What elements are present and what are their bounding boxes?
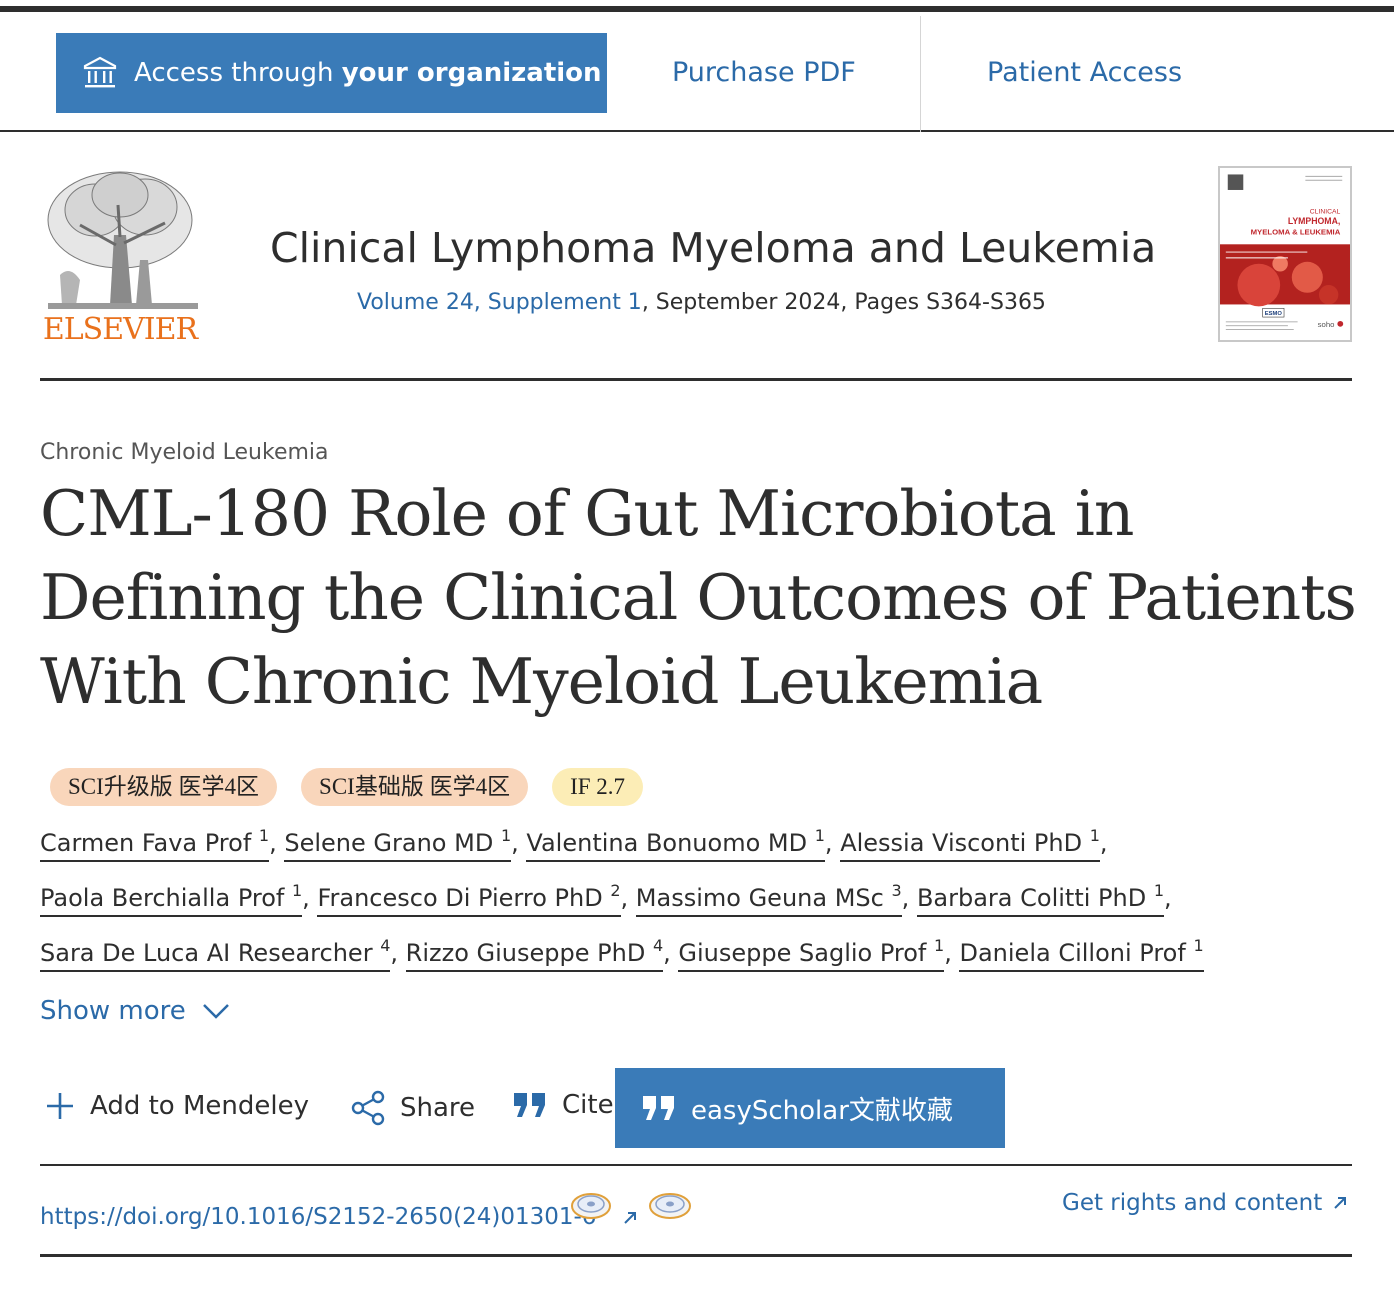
quote-icon [514,1093,545,1117]
author-link[interactable]: Rizzo Giuseppe PhD 4 [405,936,664,972]
volume-link[interactable]: Volume 24, Supplement 1 [357,290,642,315]
impact-factor-badge[interactable]: IF 2.7 [552,768,644,806]
author-link[interactable]: Selene Grano MD 1 [284,826,512,862]
purchase-pdf-link[interactable]: Purchase PDF [672,57,856,88]
easyscholar-save-button[interactable]: easyScholar文献收藏 [615,1068,1005,1148]
cite-button[interactable]: Cite [512,1090,614,1120]
plus-icon [47,1093,73,1119]
header-divider [40,378,1352,381]
access-through-organization-button[interactable]: Access through your organization [56,33,607,113]
author-link[interactable]: Daniela Cilloni Prof 1 [959,936,1204,972]
easyscholar-label: easyScholar文献收藏 [691,1095,953,1126]
institution-icon [83,56,117,88]
cover-artwork: CLINICAL LYMPHOMA, MYELOMA & LEUKEMIA ES… [1220,168,1350,340]
author-link[interactable]: Massimo Geuna MSc 3 [635,881,902,917]
cover-publisher-mark [1227,174,1244,190]
author-link[interactable]: Alessia Visconti PhD 1 [840,826,1100,862]
article-title: CML-180 Role of Gut Microbiota in Defini… [40,477,1357,718]
mendeley-label: Add to Mendeley [90,1091,309,1121]
rights-label: Get rights and content [1062,1190,1323,1216]
journal-issue-info: Volume 24, Supplement 1, September 2024,… [357,290,1046,315]
share-icon [351,1090,385,1126]
sci-basic-badge[interactable]: SCI基础版 医学4区 [301,768,529,806]
chevron-down-icon [202,1004,229,1019]
share-label: Share [400,1093,476,1123]
cover-badge: ESMO [1265,311,1283,317]
access-bar-divider [920,16,921,132]
author-link[interactable]: Carmen Fava Prof 1 [40,826,270,862]
journal-cover-image[interactable]: CLINICAL LYMPHOMA, MYELOMA & LEUKEMIA ES… [1218,166,1352,342]
cite-label: Cite [562,1090,614,1120]
cover-title-line3: MYELOMA & LEUKEMIA [1251,228,1341,237]
author-link[interactable]: Giuseppe Saglio Prof 1 [678,936,945,972]
actions-divider [40,1164,1352,1166]
patient-access-link[interactable]: Patient Access [987,57,1182,88]
access-bar: Access through your organization Purchas… [0,12,1394,132]
elsevier-wordmark: ELSEVIER [42,312,198,347]
bottom-divider [40,1254,1352,1257]
show-more-label: Show more [40,996,186,1026]
author-link[interactable]: Paola Berchialla Prof 1 [40,881,303,917]
article-actions: Add to Mendeley Share Cite easyScholar文献… [40,1068,1040,1148]
author-link[interactable]: Sara De Luca AI Researcher 4 [40,936,391,972]
article-section-label: Chronic Myeloid Leukemia [40,440,329,465]
disk-icon[interactable] [570,1188,612,1222]
author-link[interactable]: Barbara Colitti PhD 1 [916,881,1165,917]
author-link[interactable]: Valentina Bonuomo MD 1 [526,826,825,862]
journal-ranking-badges: SCI升级版 医学4区 SCI基础版 医学4区 IF 2.7 [50,768,644,806]
issue-details: , September 2024, Pages S364-S365 [641,290,1046,315]
share-button[interactable]: Share [350,1090,475,1126]
external-link-icon[interactable] [622,1210,638,1226]
doi-link[interactable]: https://doi.org/10.1016/S2152-2650(24)01… [40,1204,596,1230]
cover-title-line1: CLINICAL [1310,208,1341,215]
sci-upgrade-badge[interactable]: SCI升级版 医学4区 [50,768,278,806]
org-button-prefix: Access through [134,58,334,88]
show-more-button[interactable]: Show more [40,996,230,1026]
quote-icon [643,1096,674,1120]
get-rights-link[interactable]: Get rights and content [1062,1190,1348,1216]
author-list: Carmen Fava Prof 1, Selene Grano MD 1, V… [40,812,1360,977]
org-button-bold: your organization [341,58,602,88]
disk-icon[interactable] [648,1188,692,1222]
cover-title-line2: LYMPHOMA, [1288,216,1340,226]
add-to-mendeley-button[interactable]: Add to Mendeley [44,1090,309,1122]
external-link-icon [1334,1197,1347,1209]
author-link[interactable]: Francesco Di Pierro PhD 2 [317,881,621,917]
journal-title-link[interactable]: Clinical Lymphoma Myeloma and Leukemia [270,224,1156,272]
cover-footer-logo: soho [1318,320,1335,329]
